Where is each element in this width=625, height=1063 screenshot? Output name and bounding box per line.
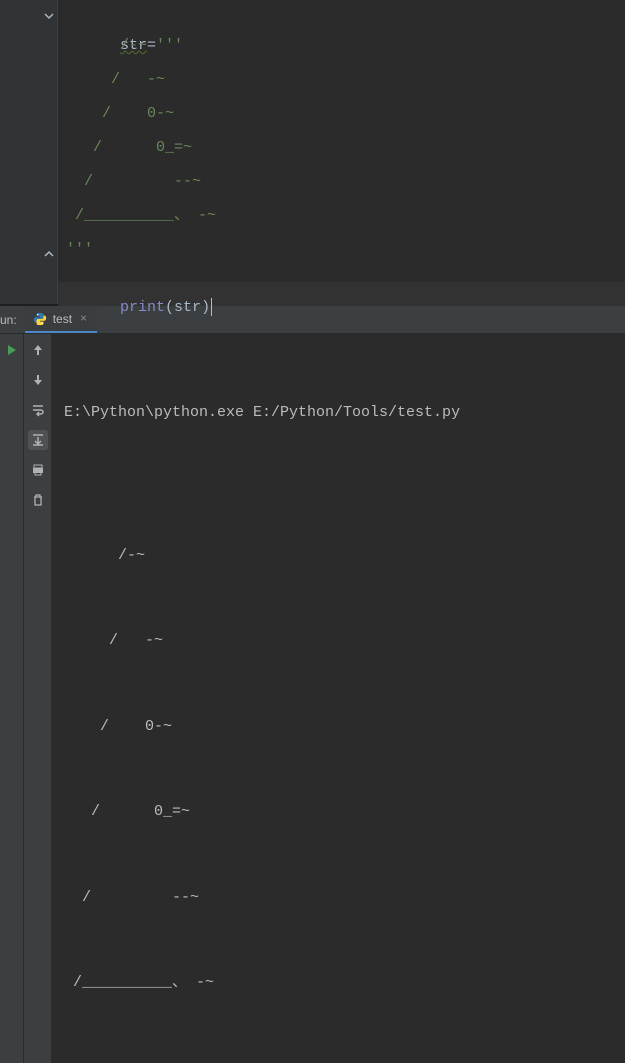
ascii-art-line: /__________、 -~ [66,207,216,224]
rerun-button[interactable] [2,340,22,360]
run-panel: un: test × [0,306,625,1063]
ascii-art-line: / --~ [66,173,201,190]
run-body: E:\Python\python.exe E:/Python/Tools/tes… [0,334,625,1063]
output-line: /__________、 -~ [64,969,613,998]
run-toolbar-left [0,334,24,1063]
fold-marker-close[interactable] [43,248,55,260]
run-output[interactable]: E:\Python\python.exe E:/Python/Tools/tes… [52,334,625,1063]
fold-marker[interactable] [43,10,55,22]
soft-wrap-icon[interactable] [28,400,48,420]
output-line: / --~ [64,884,613,913]
string-close-quote: ''' [66,241,93,258]
output-line: /-~ [64,542,613,571]
string-open-quote: ''' [156,37,183,54]
trash-icon[interactable] [28,490,48,510]
run-panel-label: un: [0,306,25,333]
editor-caret [211,298,212,316]
ascii-art-line: / 0_=~ [66,139,192,156]
output-line: / -~ [64,627,613,656]
paren-close: ) [201,299,210,316]
output-command-line: E:\Python\python.exe E:/Python/Tools/tes… [64,399,613,428]
editor-content[interactable]: str=''' /-~ / -~ / 0-~ / 0_=~ / --~ /___… [58,0,625,304]
arrow-down-icon[interactable] [28,370,48,390]
assign-operator: = [147,37,156,54]
print-icon[interactable] [28,460,48,480]
print-argument: str [174,299,201,316]
run-toolbar-right [24,334,52,1063]
ascii-art-line: / 0-~ [66,105,174,122]
editor-area: str=''' /-~ / -~ / 0-~ / 0_=~ / --~ /___… [0,0,625,304]
ascii-art-line: /-~ [66,37,147,54]
python-file-icon [33,312,47,326]
print-function: print [120,299,165,316]
arrow-up-icon[interactable] [28,340,48,360]
paren-open: ( [165,299,174,316]
ascii-art-line: / -~ [66,71,165,88]
scroll-to-end-icon[interactable] [28,430,48,450]
output-line: / 0-~ [64,713,613,742]
editor-gutter [0,0,58,304]
output-line: / 0_=~ [64,798,613,827]
